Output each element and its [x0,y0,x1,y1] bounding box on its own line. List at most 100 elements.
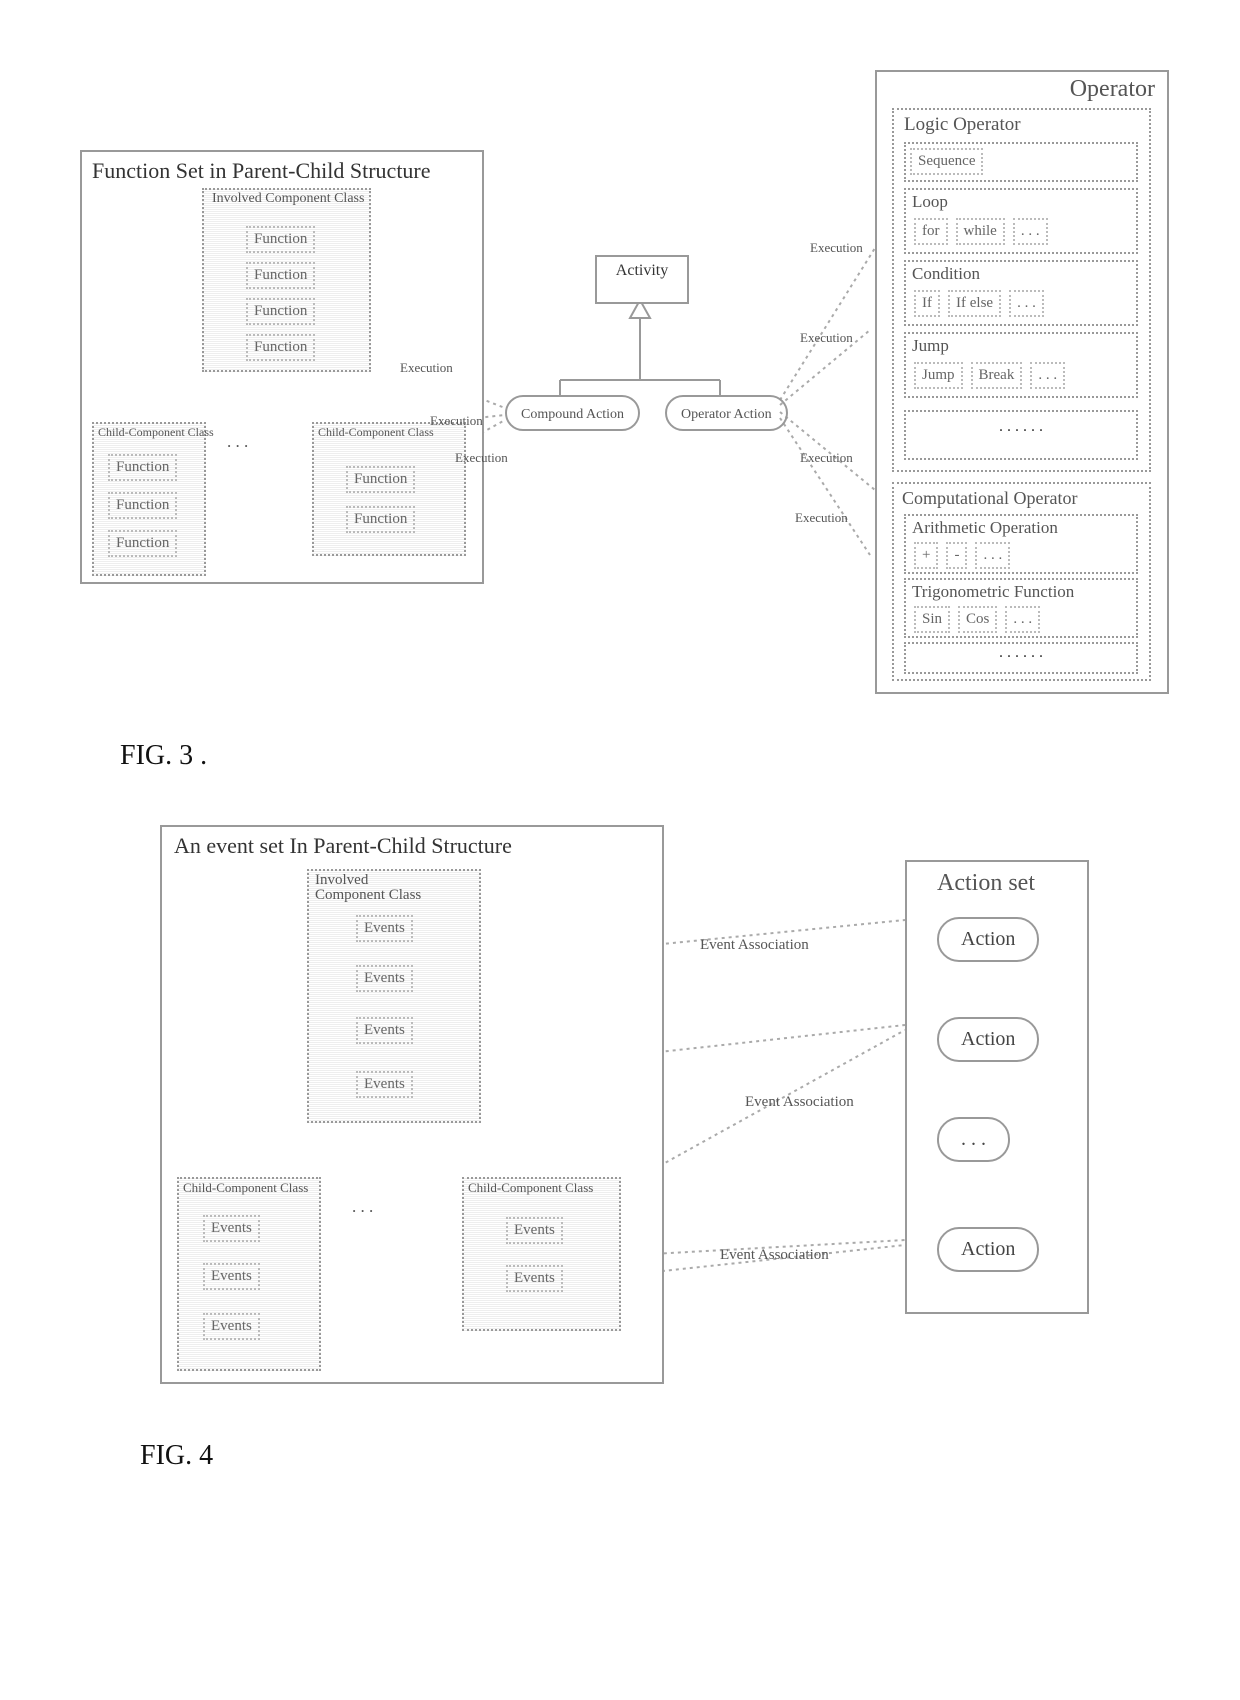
function-item: Function [108,492,177,519]
logic-operator-box: Logic Operator Sequence Loop for while .… [892,108,1151,472]
activity-label: Activity [616,262,668,279]
child-label: Child-Component Class [468,1181,593,1194]
function-item: Function [346,466,415,493]
if-item: If [914,290,940,317]
dots-label: . . . [961,1128,986,1150]
dots-item: . . . [1013,218,1048,245]
fig3-caption: FIG. 3 . [120,740,207,772]
event-set-container: An event set In Parent-Child Structure I… [160,825,664,1384]
function-item: Function [346,506,415,533]
ifelse-item: If else [948,290,1001,317]
child-label: Child-Component Class [183,1181,308,1194]
action-item: Action [937,917,1039,962]
function-item: Function [108,530,177,557]
events-item: Events [356,965,413,992]
function-item: Function [246,298,315,325]
fig4-caption: FIG. 4 [140,1440,213,1472]
child-class-box: Child-Component Class Events Events [462,1177,621,1331]
arith-title: Arithmetic Operation [912,518,1058,538]
comp-operator-box: Computational Operator Arithmetic Operat… [892,482,1151,681]
arith-box: Arithmetic Operation + - . . . [904,514,1138,574]
assoc-label: Event Association [700,938,809,953]
seq-box: Sequence [904,142,1138,182]
compound-action: Compound Action [505,395,640,431]
dots-item: . . . [1009,290,1044,317]
exec-label: Execution [400,360,453,376]
break-item: Break [971,362,1023,389]
events-item: Events [203,1215,260,1242]
events-item: Events [506,1265,563,1292]
action-set-container: Action set Action Action . . . Action [905,860,1089,1314]
function-item: Function [108,454,177,481]
trig-box: Trigonometric Function Sin Cos . . . [904,578,1138,638]
child-class-box: Child-Component Class Events Events Even… [177,1177,321,1371]
exec-label: Execution [795,510,848,526]
involved-class-box: Involved Component Class Function Functi… [202,188,371,372]
events-item: Events [356,915,413,942]
action-dots: . . . [937,1117,1010,1162]
dots: . . . [352,1197,373,1217]
dots-item: . . . [1005,606,1040,633]
dots: . . . [227,432,248,452]
cond-title: Condition [912,264,980,284]
action-set-title: Action set [937,870,1035,897]
dots-row: . . . . . . [904,410,1138,460]
dots-item: . . . [1030,362,1065,389]
exec-label: Execution [430,413,483,429]
events-item: Events [506,1217,563,1244]
child-class-box: Child-Component Class Function Function [312,422,466,556]
cos-item: Cos [958,606,997,633]
function-item: Function [246,226,315,253]
involved-label: Involved Component Class [212,192,364,206]
loop-title: Loop [912,192,948,212]
child-label: Child-Component Class [98,426,214,438]
for-item: for [914,218,948,245]
dots-item: . . . [975,542,1010,569]
events-item: Events [356,1017,413,1044]
activity-box: Activity [595,255,689,304]
seq-item: Sequence [910,148,983,175]
jump-title: Jump [912,336,949,356]
opaction-label: Operator Action [681,407,772,422]
event-set-title: An event set In Parent-Child Structure [174,833,512,859]
minus-item: - [946,542,967,569]
compound-label: Compound Action [521,407,624,422]
child-label: Child-Component Class [318,426,434,438]
action-item: Action [937,1227,1039,1272]
loop-box: Loop for while . . . [904,188,1138,254]
function-item: Function [246,262,315,289]
jump-box: Jump Jump Break . . . [904,332,1138,398]
events-item: Events [203,1263,260,1290]
logic-title: Logic Operator [904,114,1021,136]
exec-label: Execution [455,450,508,466]
operator-container: Operator Logic Operator Sequence Loop fo… [875,70,1169,694]
assoc-label: Event Association [720,1248,829,1263]
jump-item: Jump [914,362,963,389]
plus-item: + [914,542,938,569]
events-item: Events [356,1071,413,1098]
sin-item: Sin [914,606,950,633]
action-label: Action [961,928,1015,950]
exec-label: Execution [800,330,853,346]
dots-label: . . . . . . [999,418,1043,435]
involved-class-box: Involved Component Class Events Events E… [307,869,481,1123]
function-item: Function [246,334,315,361]
exec-label: Execution [810,240,863,256]
operator-title: Operator [1070,76,1155,103]
trig-title: Trigonometric Function [912,582,1074,602]
dots-label: . . . . . . [999,644,1043,661]
events-item: Events [203,1313,260,1340]
exec-label: Execution [800,450,853,466]
action-label: Action [961,1028,1015,1050]
involved-label: Involved Component Class [315,873,425,903]
condition-box: Condition If If else . . . [904,260,1138,326]
action-label: Action [961,1238,1015,1260]
while-item: while [956,218,1005,245]
child-class-box: Child-Component Class Function Function … [92,422,206,576]
action-item: Action [937,1017,1039,1062]
operator-action: Operator Action [665,395,788,431]
dots-row: . . . . . . [904,642,1138,674]
compop-title: Computational Operator [902,488,1077,509]
assoc-label: Event Association [745,1095,854,1110]
function-set-title: Function Set in Parent-Child Structure [92,158,431,184]
